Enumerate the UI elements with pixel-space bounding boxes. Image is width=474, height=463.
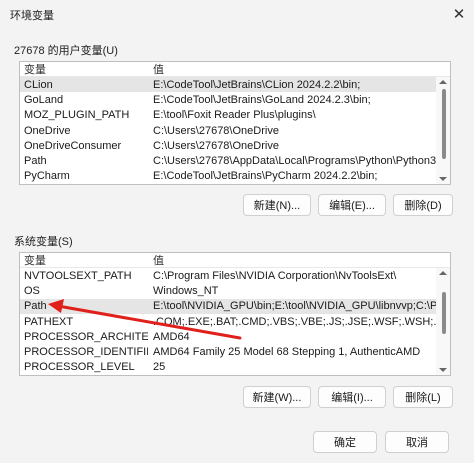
user-vars-header: 变量 值 [20, 62, 450, 77]
column-header-name[interactable]: 变量 [20, 62, 148, 77]
variable-value: .COM;.EXE;.BAT;.CMD;.VBS;.VBE;.JS;.JSE;.… [153, 315, 450, 328]
variable-name: MOZ_PLUGIN_PATH [24, 109, 130, 122]
close-icon[interactable]: ✕ [444, 0, 474, 28]
table-row[interactable]: PROCESSOR_ARCHITECTURE AMD64 [20, 329, 450, 344]
column-header-value[interactable]: 值 [148, 62, 450, 77]
variable-name: GoLand [24, 93, 64, 106]
scroll-up-icon[interactable] [439, 271, 447, 275]
table-row[interactable]: OS Windows_NT [20, 283, 450, 298]
variable-name: PATHEXT [24, 315, 74, 328]
system-vars-list[interactable]: 变量 值 NVTOOLSEXT_PATH C:\Program Files\NVI… [19, 252, 451, 376]
table-row[interactable]: OneDrive C:\Users\27678\OneDrive [20, 123, 450, 138]
system-edit-button[interactable]: 编辑(I)... [318, 386, 386, 408]
variable-name: PROCESSOR_IDENTIFIER [24, 346, 148, 359]
variable-value: E:\CodeTool\JetBrains\PyCharm 2024.2.2\b… [153, 170, 378, 183]
system-vars-header: 变量 值 [20, 253, 450, 268]
table-row[interactable]: PROCESSOR_LEVEL 25 [20, 360, 450, 375]
ok-button[interactable]: 确定 [313, 431, 377, 453]
variable-value: E:\CodeTool\JetBrains\GoLand 2024.2.3\bi… [153, 93, 371, 106]
variable-name: OS [24, 284, 40, 297]
variable-value: C:\Users\27678\OneDrive [153, 139, 279, 152]
variable-name: PyCharm [24, 170, 70, 183]
variable-name: NVTOOLSEXT_PATH [24, 269, 132, 282]
variable-name: PROCESSOR_ARCHITECTURE [24, 330, 148, 343]
table-row[interactable]: TEMPC:\Users\27678\AppData\Local\Temp [20, 184, 450, 185]
title-bar: 环境变量 ✕ [0, 0, 474, 30]
variable-value: E:\tool\Foxit Reader Plus\plugins\ [153, 109, 316, 122]
table-row[interactable]: PROCESSOR_REVISION4401 [20, 375, 450, 376]
scroll-thumb[interactable] [442, 292, 446, 334]
system-vars-label: 系统变量(S) [14, 236, 73, 248]
user-vars-scrollbar[interactable] [436, 77, 450, 184]
user-edit-button[interactable]: 编辑(E)... [318, 194, 386, 216]
system-new-button[interactable]: 新建(W)... [243, 386, 311, 408]
variable-value: AMD64 Family 25 Model 68 Stepping 1, Aut… [153, 346, 421, 359]
variable-name: OneDriveConsumer [24, 139, 122, 152]
table-row[interactable]: PATHEXT .COM;.EXE;.BAT;.CMD;.VBS;.VBE;.JS… [20, 314, 450, 329]
window-title: 环境变量 [10, 10, 54, 22]
variable-name: Path [24, 300, 47, 313]
system-vars-scrollbar[interactable] [436, 268, 450, 375]
variable-value: E:\CodeTool\JetBrains\CLion 2024.2.2\bin… [153, 78, 361, 91]
user-vars-label: 27678 的用户变量(U) [14, 45, 118, 57]
variable-value: Windows_NT [153, 284, 219, 297]
user-delete-button[interactable]: 删除(D) [393, 194, 453, 216]
variable-value: C:\Program Files\NVIDIA Corporation\NvTo… [153, 269, 397, 282]
table-row[interactable]: CLion E:\CodeTool\JetBrains\CLion 2024.2.… [20, 77, 450, 93]
variable-value: E:\tool\NVIDIA_GPU\bin;E:\tool\NVIDIA_GP… [153, 300, 450, 313]
column-header-value[interactable]: 值 [148, 253, 450, 268]
variable-name: Path [24, 155, 47, 168]
table-row[interactable]: MOZ_PLUGIN_PATH E:\tool\Foxit Reader Plus… [20, 108, 450, 123]
variable-value: C:\Users\27678\AppData\Local\Programs\Py… [153, 155, 450, 168]
variable-name: CLion [24, 78, 53, 91]
scroll-up-icon[interactable] [439, 80, 447, 84]
scroll-down-icon[interactable] [439, 177, 447, 181]
table-row[interactable]: NVTOOLSEXT_PATH C:\Program Files\NVIDIA C… [20, 268, 450, 283]
variable-name: PROCESSOR_LEVEL [24, 361, 135, 374]
user-new-button[interactable]: 新建(N)... [243, 194, 311, 216]
variable-value: 25 [153, 361, 166, 374]
variable-name: OneDrive [24, 124, 71, 137]
scroll-thumb[interactable] [442, 89, 446, 159]
variable-value: C:\Users\27678\OneDrive [153, 124, 279, 137]
table-row[interactable]: Path C:\Users\27678\AppData\Local\Program… [20, 153, 450, 168]
table-row[interactable]: PROCESSOR_IDENTIFIER AMD64 Family 25 Mode… [20, 344, 450, 359]
column-header-name[interactable]: 变量 [20, 253, 148, 268]
scroll-down-icon[interactable] [439, 368, 447, 372]
variable-value: AMD64 [153, 330, 190, 343]
cancel-button[interactable]: 取消 [385, 431, 449, 453]
user-vars-list[interactable]: 变量 值 CLion E:\CodeTool\JetBrains\CLion 20… [19, 61, 451, 185]
table-row[interactable]: PyCharm E:\CodeTool\JetBrains\PyCharm 202… [20, 169, 450, 184]
table-row[interactable]: Path E:\tool\NVIDIA_GPU\bin;E:\tool\NVIDI… [20, 298, 450, 314]
table-row[interactable]: OneDriveConsumer C:\Users\27678\OneDrive [20, 138, 450, 153]
table-row[interactable]: GoLand E:\CodeTool\JetBrains\GoLand 2024.… [20, 92, 450, 107]
system-delete-button[interactable]: 删除(L) [393, 386, 453, 408]
